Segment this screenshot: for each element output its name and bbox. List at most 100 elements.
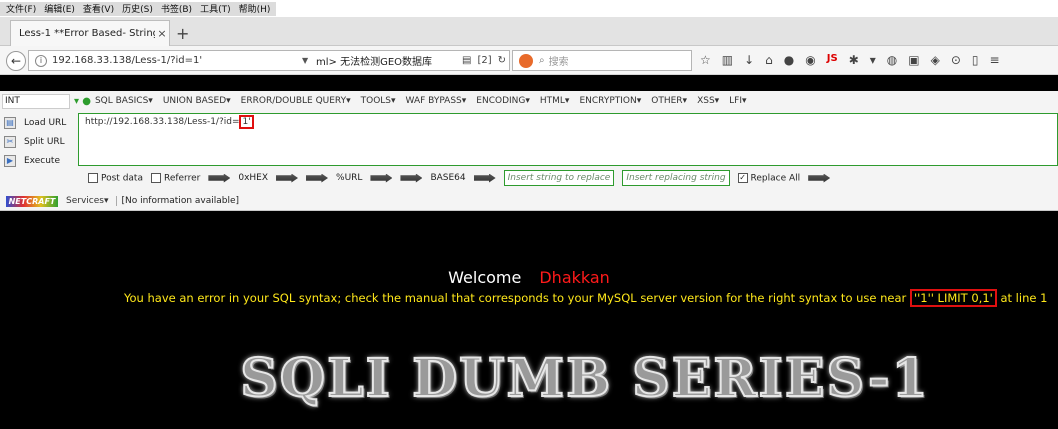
url-encode-label: %URL (336, 173, 363, 183)
pin-icon[interactable]: ⊙ (951, 53, 961, 67)
welcome-line: Welcome Dhakkan (0, 268, 1058, 287)
tab-strip: Less-1 **Error Based- String... × + (0, 17, 1058, 46)
hackbar-options-row: Post data Referrer 0xHEX %URL BASE64 Ins… (88, 168, 831, 188)
load-url-button[interactable]: ▤ Load URL (4, 113, 74, 132)
load-url-icon: ▤ (4, 116, 16, 129)
menu-error-double-query[interactable]: ERROR/DOUBLE QUERY▾ (241, 96, 351, 106)
menu-xss[interactable]: XSS▾ (697, 96, 719, 106)
menu-union-based[interactable]: UNION BASED▾ (163, 96, 231, 106)
hackbar: INT ▾ ● SQL BASICS▾ UNION BASED▾ ERROR/D… (0, 91, 1058, 211)
url-prefix: http://192.168.33.138/Less-1/?id= (85, 117, 240, 127)
execute-button[interactable]: ▶ Execute (4, 151, 74, 170)
dropdown-icon[interactable]: ▼ (302, 56, 316, 65)
menu-view[interactable]: 查看(V) (79, 2, 118, 15)
arrow-left-icon[interactable] (400, 173, 423, 183)
arrow-right-icon[interactable] (473, 173, 496, 183)
referrer-checkbox[interactable] (150, 172, 161, 183)
hackbar-url-textarea[interactable]: http://192.168.33.138/Less-1/?id= 1' (78, 113, 1058, 166)
split-url-button[interactable]: ✂ Split URL (4, 132, 74, 151)
url-bar[interactable]: i 192.168.33.138/Less-1/?id=1' ▼ ml> 无法检… (28, 50, 510, 71)
menu-edit[interactable]: 编辑(E) (40, 2, 79, 15)
netcraft-toolbar: NETCRAFT Services▾ [No information avail… (0, 192, 239, 210)
load-url-label: Load URL (24, 117, 67, 128)
replace-all-checkbox[interactable]: ✓ (737, 172, 748, 183)
post-data-option[interactable]: Post data (88, 172, 143, 183)
replacing-string-field[interactable]: Insert replacing string (622, 170, 730, 186)
home-icon[interactable]: ⌂ (765, 53, 773, 67)
close-icon[interactable]: × (155, 27, 169, 40)
menu-other[interactable]: OTHER▾ (651, 96, 687, 106)
menu-tools[interactable]: TOOLS▾ (361, 96, 396, 106)
arrow-left-icon[interactable] (306, 173, 329, 183)
info-icon[interactable]: i (35, 54, 47, 67)
execute-icon: ▶ (4, 154, 16, 167)
services-menu[interactable]: Services▾ (66, 196, 108, 206)
replace-all-option[interactable]: ✓ Replace All (737, 172, 801, 184)
replace-all-label: Replace All (750, 173, 801, 184)
search-input[interactable]: 搜索 (549, 53, 569, 68)
netcraft-info: [No information available] (116, 196, 239, 206)
base64-label: BASE64 (430, 173, 466, 183)
menu-waf-bypass[interactable]: WAF BYPASS▾ (406, 96, 467, 106)
arrow-right-icon[interactable] (808, 173, 831, 183)
referrer-option[interactable]: Referrer (150, 172, 201, 184)
netcraft-logo[interactable]: NETCRAFT (6, 195, 58, 207)
menu-wrap: 文件(F) 编辑(E) 查看(V) 历史(S) 书签(B) 工具(T) 帮助(H… (0, 1, 277, 16)
menu-history[interactable]: 历史(S) (118, 2, 157, 15)
menu-html[interactable]: HTML▾ (540, 96, 570, 106)
menu-icon[interactable]: ≡ (990, 53, 1000, 67)
menu-tools[interactable]: 工具(T) (196, 2, 235, 15)
gear-icon[interactable]: ✱ (849, 53, 859, 67)
sql-error-message: You have an error in your SQL syntax; ch… (124, 289, 1047, 307)
status-dots-icon: ▾ ● (74, 95, 91, 107)
menu-bar: 文件(F) 编辑(E) 查看(V) 历史(S) 书签(B) 工具(T) 帮助(H… (0, 0, 1058, 17)
arrow-right-icon[interactable] (370, 173, 393, 183)
chevron-down-icon[interactable]: ▾ (870, 53, 876, 67)
geo-text: ml> 无法检测GEO数据库 (316, 57, 433, 68)
welcome-text: Welcome (448, 268, 522, 287)
screenshot-icon[interactable]: ▣ (908, 53, 919, 67)
arrow-left-icon: ← (10, 54, 22, 68)
hackbar-top-row: INT ▾ ● SQL BASICS▾ UNION BASED▾ ERROR/D… (0, 91, 1058, 111)
hackbar-actions: ▤ Load URL ✂ Split URL ▶ Execute (4, 113, 74, 170)
arrow-right-icon[interactable] (276, 173, 299, 183)
reader-icon[interactable]: ▤ (462, 55, 471, 66)
back-button[interactable]: ← (6, 51, 26, 71)
menu-bookmarks[interactable]: 书签(B) (157, 2, 196, 15)
split-url-icon: ✂ (4, 135, 16, 148)
referrer-label: Referrer (163, 173, 201, 184)
search-icon: ⌕ (539, 55, 545, 66)
firebug-icon[interactable]: ◍ (887, 53, 897, 67)
url-text[interactable]: 192.168.33.138/Less-1/?id=1' (52, 55, 302, 66)
download-icon[interactable]: ↓ (744, 53, 754, 67)
reload-icon[interactable]: ↻ (498, 55, 506, 66)
nav-bar: ← i 192.168.33.138/Less-1/?id=1' ▼ ml> 无… (0, 46, 1058, 75)
url-highlight: 1' (239, 115, 254, 129)
page-content: Welcome Dhakkan You have an error in your… (0, 212, 1058, 429)
int-select[interactable]: INT (2, 93, 70, 109)
bookmark-star-icon[interactable]: ☆ (700, 53, 711, 67)
menu-encoding[interactable]: ENCODING▾ (476, 96, 530, 106)
menu-sql-basics[interactable]: SQL BASICS▾ (95, 96, 153, 106)
error-prefix: You have an error in your SQL syntax; ch… (124, 291, 910, 305)
arrow-left-icon[interactable] (208, 173, 231, 183)
post-data-checkbox[interactable] (88, 172, 98, 183)
search-bar[interactable]: ⌕ 搜索 (512, 50, 692, 71)
tab-less-1[interactable]: Less-1 **Error Based- String... × (10, 20, 170, 46)
hex-label: 0xHEX (238, 173, 269, 183)
new-tab-button[interactable]: + (176, 24, 189, 43)
sidebar-icon[interactable]: ▯ (972, 53, 979, 67)
tab-title: Less-1 **Error Based- String... (19, 28, 155, 39)
menu-encryption[interactable]: ENCRYPTION▾ (579, 96, 641, 106)
toolbar-icons: ☆ ▥ ↓ ⌂ ● ◉ JS ✱ ▾ ◍ ▣ ◈ ⊙ ▯ ≡ (700, 53, 1000, 67)
bookmarks-library-icon[interactable]: ▥ (722, 53, 733, 67)
rss-icon[interactable]: ◉ (805, 53, 815, 67)
menu-lfi[interactable]: LFI▾ (729, 96, 746, 106)
addon-icon[interactable]: ● (784, 53, 794, 67)
search-engine-icon[interactable] (519, 53, 533, 68)
js-toggle[interactable]: JS (827, 53, 838, 67)
wappalyzer-icon[interactable]: ◈ (931, 53, 940, 67)
insert-string-field[interactable]: Insert string to replace (503, 170, 615, 186)
menu-help[interactable]: 帮助(H) (235, 2, 275, 15)
menu-file[interactable]: 文件(F) (2, 2, 40, 15)
